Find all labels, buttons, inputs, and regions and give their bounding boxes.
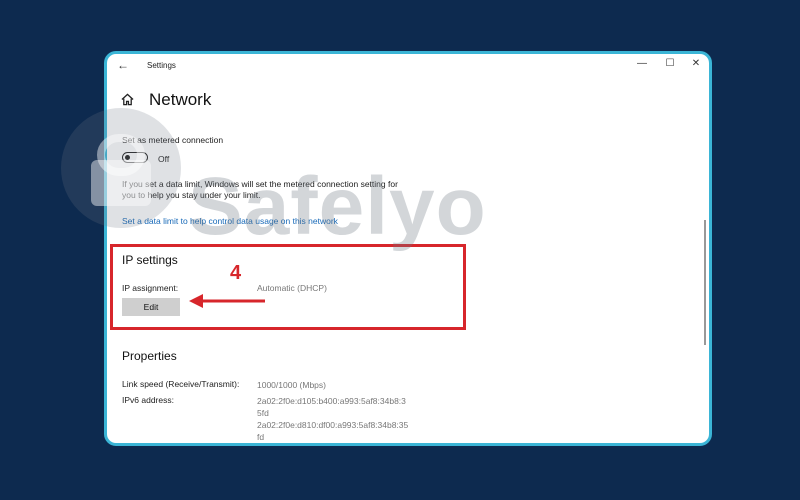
window-title: Settings	[147, 61, 176, 70]
properties-heading: Properties	[122, 349, 177, 363]
watermark-logo-icon	[61, 108, 181, 228]
link-speed-value: 1000/1000 (Mbps)	[257, 380, 326, 390]
watermark-text: Safelyo	[188, 161, 487, 252]
link-speed-label: Link speed (Receive/Transmit):	[122, 379, 240, 389]
close-icon[interactable]: ✕	[687, 58, 705, 69]
annotation-step-number: 4	[230, 262, 242, 284]
title-bar: ← Settings — ☐ ✕	[107, 54, 709, 78]
ipv6-address-line: 2a02:2f0e:d105:b400:a993:5af8:34b8:3	[257, 396, 406, 406]
back-arrow-icon[interactable]: ←	[117, 58, 129, 72]
ipv6-address-line: 2a02:2f0e:d810:df00:a993:5af8:34b8:35	[257, 420, 409, 430]
annotation-highlight-box	[110, 244, 466, 330]
annotation-arrow-icon	[189, 294, 265, 308]
scrollbar[interactable]	[704, 220, 706, 345]
maximize-icon[interactable]: ☐	[661, 58, 679, 69]
ipv6-address-label: IPv6 address:	[122, 395, 174, 405]
ipv6-address-line: fd	[257, 432, 265, 442]
minimize-icon[interactable]: —	[633, 58, 651, 69]
ipv6-address-line: 5fd	[257, 408, 269, 418]
